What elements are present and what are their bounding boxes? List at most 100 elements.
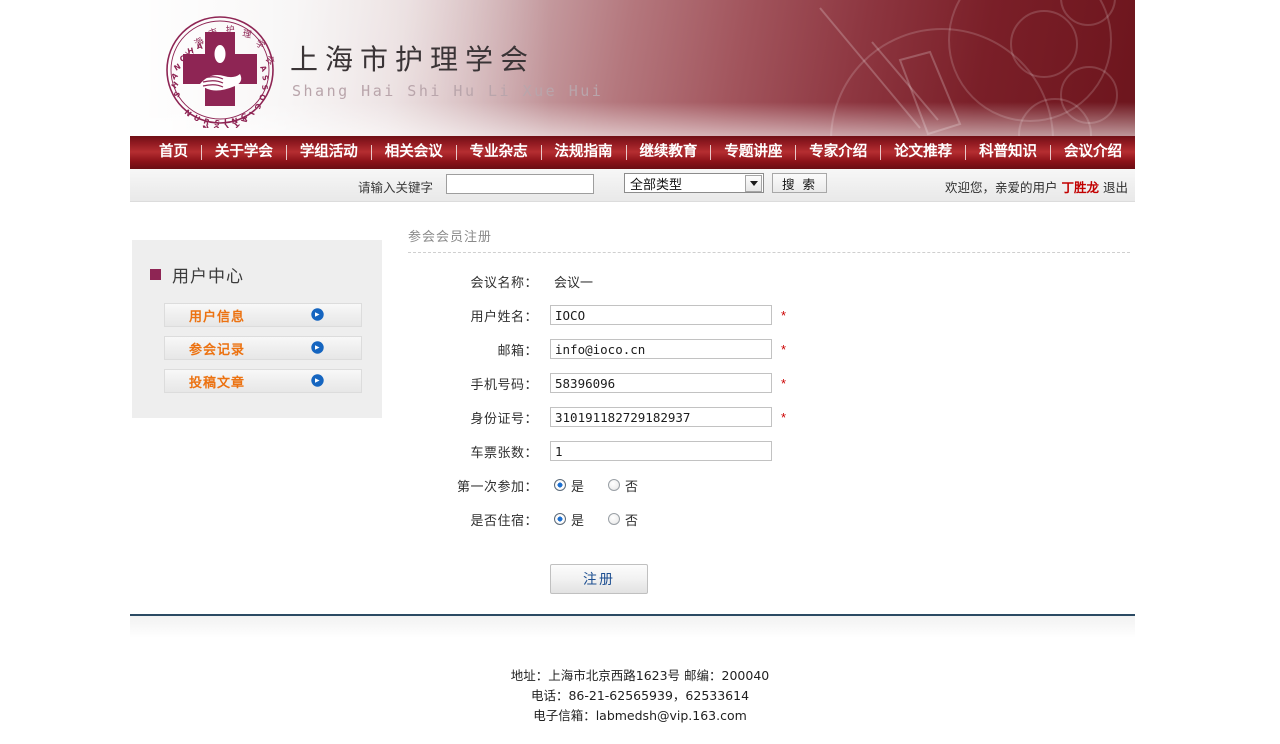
field-label: 身份证号：: [470, 411, 538, 427]
form-row-username: 用户姓名： *: [408, 304, 1130, 326]
search-button[interactable]: 搜 索: [772, 173, 827, 193]
id-number-input[interactable]: [550, 407, 772, 427]
accommodation-radio-group[interactable]: 是 否: [550, 510, 662, 529]
register-submit-button[interactable]: 注册: [550, 564, 648, 594]
accommodation-radio-no[interactable]: 否: [608, 510, 638, 529]
radio-selected-icon[interactable]: [554, 479, 566, 491]
accommodation-radio-yes[interactable]: 是: [554, 510, 584, 529]
svg-text:U: U: [192, 113, 202, 124]
nav-item-home[interactable]: 首页: [146, 136, 201, 169]
form-row-id-number: 身份证号： *: [408, 406, 1130, 428]
required-marker: *: [781, 375, 787, 391]
welcome-prefix: 欢迎您，亲爱的用户: [945, 180, 1062, 195]
search-bar: 请输入关键字 全部类型 搜 索 欢迎您，亲爱的用户 丁胜龙 退出: [130, 169, 1135, 202]
submit-row: 注册: [408, 564, 1130, 594]
username-input[interactable]: [550, 305, 772, 325]
arrow-right-circle-icon: [311, 341, 324, 354]
field-label: 手机号码：: [470, 377, 538, 393]
sidebar-item-label: 参会记录: [189, 342, 246, 358]
radio-label: 是: [571, 479, 585, 495]
sidebar-item-label: 投稿文章: [189, 375, 246, 391]
footer-address: 地址：上海市北京西路1623号 邮编：200040: [510, 668, 770, 683]
nav-item-meeting-intro[interactable]: 会议介绍: [1051, 136, 1135, 169]
radio-label: 否: [625, 479, 639, 495]
form-row-ticket-count: 车票张数：: [408, 440, 1130, 462]
footer-email: 电子信箱：labmedsh@vip.163.com: [533, 708, 747, 723]
radio-selected-icon[interactable]: [554, 513, 566, 525]
form-row-meeting-name: 会议名称： 会议一: [408, 270, 1130, 292]
nav-item-related-meetings[interactable]: 相关会议: [372, 136, 456, 169]
nav-item-regulations[interactable]: 法规指南: [542, 136, 626, 169]
nav-item-experts[interactable]: 专家介绍: [796, 136, 880, 169]
search-type-select[interactable]: 全部类型: [624, 173, 764, 193]
arrow-right-circle-icon: [311, 308, 324, 321]
registration-form-panel: 参会会员注册 会议名称： 会议一 用户姓名： * 邮箱： * 手: [408, 226, 1130, 594]
form-divider: [408, 252, 1130, 253]
nav-item-group-activities[interactable]: 学组活动: [287, 136, 371, 169]
ticket-count-input[interactable]: [550, 441, 772, 461]
nav-item-recommended-papers[interactable]: 论文推荐: [881, 136, 965, 169]
first-time-radio-group[interactable]: 是 否: [550, 476, 662, 495]
field-label: 第一次参加：: [456, 479, 538, 495]
nav-item-special-lectures[interactable]: 专题讲座: [711, 136, 795, 169]
account-welcome: 欢迎您，亲爱的用户 丁胜龙 退出: [945, 177, 1128, 196]
logout-link[interactable]: 退出: [1099, 180, 1128, 195]
content-area: 用户中心 用户信息 参会记录 投稿文章 参会会员注册 会议名称： 会议一 用户姓…: [130, 202, 1135, 632]
mobile-input[interactable]: [550, 373, 772, 393]
nav-item-journals[interactable]: 专业杂志: [457, 136, 541, 169]
square-bullet-icon: [150, 269, 161, 280]
footer-shade: [130, 616, 1135, 638]
page-root: S H A N G H A I A S S O C I A T I N N U …: [0, 0, 1280, 744]
footer-divider: [130, 614, 1135, 616]
radio-unselected-icon[interactable]: [608, 513, 621, 525]
svg-text:S: S: [260, 74, 270, 82]
svg-text:海: 海: [192, 34, 206, 49]
form-title: 参会会员注册: [408, 230, 493, 245]
form-row-mobile: 手机号码： *: [408, 372, 1130, 394]
site-banner: S H A N G H A I A S S O C I A T I N N U …: [130, 0, 1135, 136]
search-type-value: 全部类型: [630, 177, 683, 193]
radio-label: 是: [571, 513, 585, 529]
svg-text:A: A: [169, 71, 179, 82]
field-label: 用户姓名：: [470, 309, 538, 325]
svg-text:护: 护: [225, 23, 235, 36]
svg-text:C: C: [253, 103, 263, 111]
nav-item-science-popularization[interactable]: 科普知识: [966, 136, 1050, 169]
nav-item-about[interactable]: 关于学会: [202, 136, 286, 169]
svg-text:S: S: [260, 84, 270, 90]
user-center-sidebar: 用户中心 用户信息 参会记录 投稿文章: [132, 240, 382, 418]
radio-unselected-icon[interactable]: [608, 479, 621, 491]
svg-text:理: 理: [241, 28, 252, 41]
footer-phone: 电话：86-21-62565939，62533614: [530, 688, 750, 703]
site-container: S H A N G H A I A S S O C I A T I N N U …: [130, 0, 1135, 632]
association-logo: S H A N G H A I A S S O C I A T I N N U …: [148, 12, 292, 128]
svg-text:S: S: [172, 90, 182, 99]
form-row-accommodation: 是否住宿： 是 否: [408, 508, 1130, 530]
form-row-first-time: 第一次参加： 是 否: [408, 474, 1130, 496]
required-marker: *: [781, 409, 787, 425]
sidebar-item-attendance-records[interactable]: 参会记录: [164, 336, 362, 360]
account-username: 丁胜龙: [1061, 180, 1100, 195]
field-label: 邮箱：: [497, 343, 538, 359]
sidebar-item-user-info[interactable]: 用户信息: [164, 303, 362, 327]
search-input[interactable]: [446, 174, 594, 194]
search-label: 请输入关键字: [358, 180, 434, 195]
svg-text:I: I: [224, 118, 227, 127]
chevron-down-icon[interactable]: [745, 174, 762, 192]
required-marker: *: [781, 341, 787, 357]
org-name-pinyin: Shang Hai Shi Hu Li Xue Hui: [292, 82, 604, 100]
email-input[interactable]: [550, 339, 772, 359]
sidebar-item-submitted-articles[interactable]: 投稿文章: [164, 369, 362, 393]
nav-item-continuing-education[interactable]: 继续教育: [626, 136, 710, 169]
org-name-cn: 上海市护理学会: [290, 43, 536, 76]
radio-label: 否: [625, 513, 639, 529]
first-time-radio-yes[interactable]: 是: [554, 476, 584, 495]
form-row-email: 邮箱： *: [408, 338, 1130, 360]
first-time-radio-no[interactable]: 否: [608, 476, 638, 495]
required-marker: *: [781, 307, 787, 323]
meeting-name-value: 会议一: [554, 275, 594, 291]
arrow-right-circle-icon: [311, 374, 324, 387]
main-navigation[interactable]: 首页 关于学会 学组活动 相关会议 专业杂志 法规指南 继续教育 专题讲座 专家…: [130, 136, 1135, 169]
site-footer: 地址：上海市北京西路1623号 邮编：200040 电话：86-21-62565…: [0, 666, 1280, 726]
sidebar-item-label: 用户信息: [189, 309, 246, 325]
